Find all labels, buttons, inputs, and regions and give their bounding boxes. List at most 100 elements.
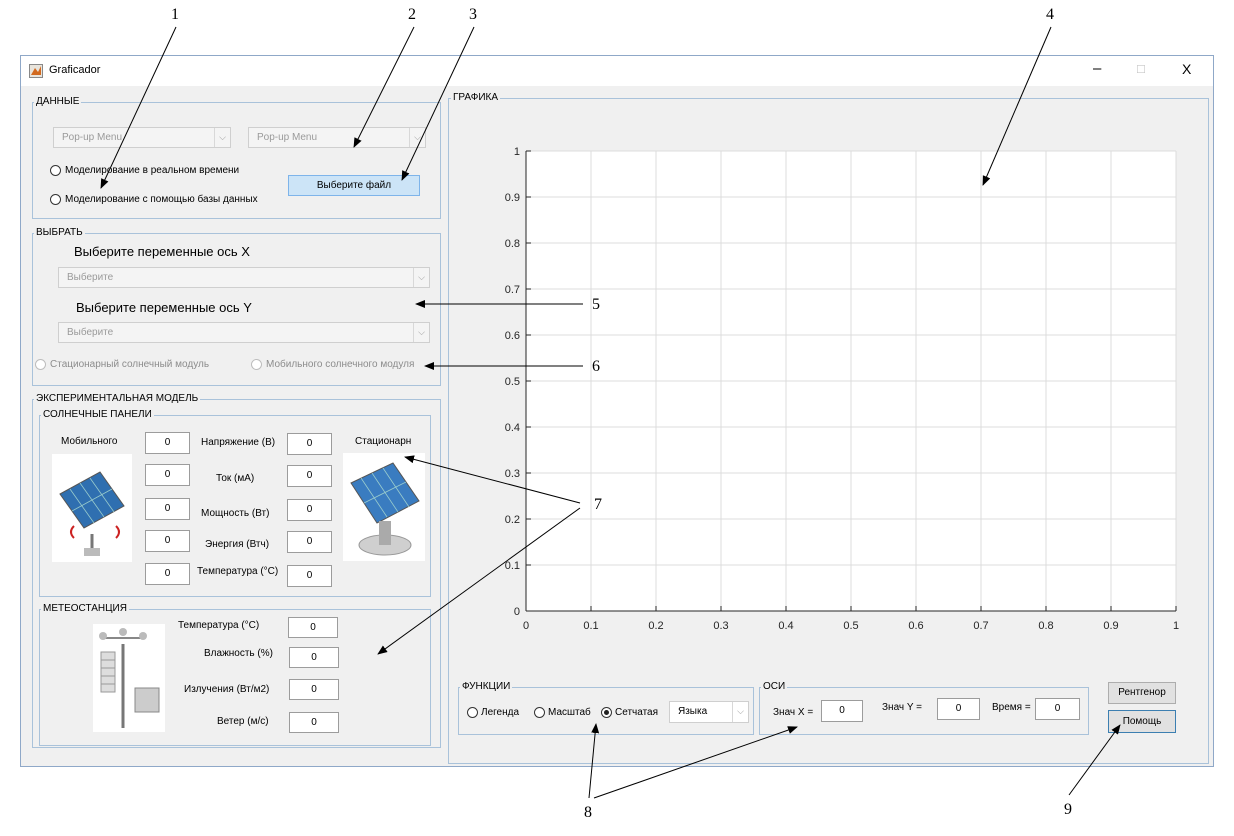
maximize-button[interactable]: □	[1137, 61, 1145, 76]
chevron-down-icon: ⌵	[732, 702, 748, 722]
chevron-down-icon: ⌵	[214, 128, 230, 147]
xray-button[interactable]: Рентгенор	[1108, 682, 1176, 704]
y-tick-label: 0.1	[505, 560, 520, 572]
radio-legend[interactable]	[467, 707, 478, 718]
data-panel-title: ДАННЫЕ	[34, 96, 82, 108]
radiation-field[interactable]: 0	[289, 679, 339, 700]
mobile-current-field[interactable]: 0	[145, 464, 190, 486]
callout-8: 8	[584, 804, 592, 821]
weather-temperature-field[interactable]: 0	[288, 617, 338, 638]
x-tick-label: 1	[1173, 620, 1179, 632]
y-tick-label: 0.3	[505, 468, 520, 480]
energy-label: Энергия (Втч)	[205, 539, 270, 550]
radio-mobile-label: Мобильного солнечного модуля	[266, 359, 415, 370]
mobile-power-field[interactable]: 0	[145, 498, 190, 520]
x-value-field[interactable]: 0	[821, 700, 863, 722]
stationary-label: Стационарн	[355, 436, 412, 447]
x-tick-label: 0	[523, 620, 529, 632]
chevron-down-icon: ⌵	[409, 128, 425, 147]
help-button[interactable]: Помощь	[1108, 710, 1176, 733]
y-tick-label: 0.9	[505, 192, 520, 204]
mobile-energy-field[interactable]: 0	[145, 530, 190, 552]
radio-database[interactable]	[50, 194, 61, 205]
callout-1: 1	[171, 6, 179, 23]
wind-label: Ветер (м/с)	[217, 716, 269, 727]
y-tick-label: 0.8	[505, 238, 520, 250]
popup-menu-1[interactable]: Pop-up Menu ⌵	[53, 127, 231, 148]
language-select-value: Языка	[678, 706, 708, 717]
chevron-down-icon: ⌵	[413, 268, 429, 287]
stationary-current-field[interactable]: 0	[287, 465, 332, 487]
radio-realtime[interactable]	[50, 165, 61, 176]
y-tick-label: 0.2	[505, 514, 520, 526]
plot-axes[interactable]: 0 0.1 0.2 0.3 0.4 0.5 0.6 0.7 0.8 0.9 1 0 0.1 0.2 0.3 0…	[491, 146, 1201, 646]
radio-scale[interactable]	[534, 707, 545, 718]
radio-database-label: Моделирование с помощью базы данных	[65, 194, 258, 205]
title-bar: Graficador – □ X	[21, 56, 1213, 86]
solar-panels-title: СОЛНЕЧНЫЕ ПАНЕЛИ	[41, 409, 154, 421]
window-title: Graficador	[49, 64, 101, 76]
y-axis-select[interactable]: Выберите ⌵	[58, 322, 430, 343]
radio-grid-label: Сетчатая	[615, 707, 659, 718]
x-tick-label: 0.8	[1038, 620, 1053, 632]
radio-stationary[interactable]	[35, 359, 46, 370]
matlab-icon	[29, 64, 43, 78]
x-tick-label: 0.7	[973, 620, 988, 632]
callout-2: 2	[408, 6, 416, 23]
mobile-voltage-field[interactable]: 0	[145, 432, 190, 454]
y-tick-label: 0.5	[505, 376, 520, 388]
weather-station-title: МЕТЕОСТАНЦИЯ	[41, 603, 129, 615]
callout-3: 3	[469, 6, 477, 23]
select-panel-title: ВЫБРАТЬ	[34, 227, 85, 239]
y-axis-select-value: Выберите	[67, 327, 114, 338]
minimize-button[interactable]: –	[1093, 60, 1101, 77]
callout-4: 4	[1046, 6, 1054, 23]
functions-panel-title: ФУНКЦИИ	[460, 681, 513, 693]
radiation-label: Излучения (Вт/м2)	[184, 684, 270, 695]
time-label: Время =	[992, 702, 1031, 713]
x-tick-label: 0.5	[843, 620, 858, 632]
time-field[interactable]: 0	[1035, 698, 1080, 720]
popup-menu-2-value: Pop-up Menu	[257, 132, 318, 143]
radio-grid[interactable]	[601, 707, 612, 718]
callout-7: 7	[594, 496, 602, 513]
stationary-power-field[interactable]: 0	[287, 499, 332, 521]
callout-5: 5	[592, 296, 600, 313]
experimental-panel-title: ЭКСПЕРИМЕНТАЛЬНАЯ МОДЕЛЬ	[34, 393, 201, 405]
language-select[interactable]: Языка ⌵	[669, 701, 749, 723]
radio-mobile[interactable]	[251, 359, 262, 370]
mobile-label: Мобильного	[61, 436, 118, 447]
stationary-temperature-field[interactable]: 0	[287, 565, 332, 587]
x-axis-select[interactable]: Выберите ⌵	[58, 267, 430, 288]
x-axis-select-value: Выберите	[67, 272, 114, 283]
humidity-field[interactable]: 0	[289, 647, 339, 668]
select-file-button[interactable]: Выберите файл	[288, 175, 420, 196]
x-axis-label: Выберите переменные ось X	[74, 244, 250, 259]
y-value-field[interactable]: 0	[937, 698, 980, 720]
x-tick-label: 0.1	[583, 620, 598, 632]
radio-legend-label: Легенда	[481, 707, 520, 718]
radio-stationary-label: Стационарный солнечный модуль	[50, 359, 210, 370]
mobile-temperature-field[interactable]: 0	[145, 563, 190, 585]
axes-panel-title: ОСИ	[761, 681, 788, 693]
y-tick-label: 0.4	[505, 422, 520, 434]
stationary-energy-field[interactable]: 0	[287, 531, 332, 553]
x-tick-label: 0.3	[713, 620, 728, 632]
graph-panel-title: ГРАФИКА	[451, 92, 501, 104]
mobile-solar-panel-image	[52, 454, 132, 562]
power-label: Мощность (Вт)	[201, 508, 270, 519]
stationary-voltage-field[interactable]: 0	[287, 433, 332, 455]
y-axis-label: Выберите переменные ось Y	[76, 300, 252, 315]
voltage-label: Напряжение (В)	[201, 437, 276, 448]
close-button[interactable]: X	[1182, 61, 1191, 77]
wind-field[interactable]: 0	[289, 712, 339, 733]
humidity-label: Влажность (%)	[204, 648, 273, 659]
solar-temperature-label: Температура (°C)	[197, 566, 279, 577]
callout-9: 9	[1064, 801, 1072, 818]
x-tick-label: 0.9	[1103, 620, 1118, 632]
popup-menu-2[interactable]: Pop-up Menu ⌵	[248, 127, 426, 148]
stationary-solar-panel-image	[343, 453, 425, 561]
radio-scale-label: Масштаб	[548, 707, 591, 718]
callout-6: 6	[592, 358, 600, 375]
x-tick-label: 0.2	[648, 620, 663, 632]
